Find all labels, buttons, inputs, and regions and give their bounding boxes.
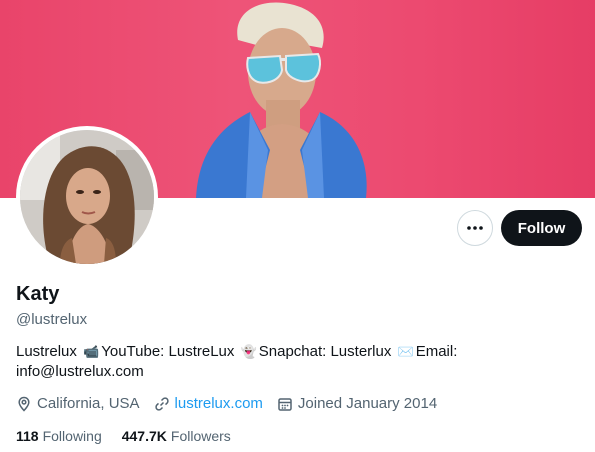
profile-name: Katy [16, 283, 60, 305]
ghost-icon: 👻 [240, 344, 257, 359]
following-link[interactable]: 118 Following [16, 428, 102, 444]
more-options-button[interactable] [457, 210, 493, 246]
profile-bio: Lustrelux 📹 YouTube: LustreLux 👻 Snapchat:… [16, 342, 576, 382]
avatar-photo [20, 130, 154, 264]
more-horizontal-icon [467, 226, 483, 230]
website-link[interactable]: lustrelux.com [175, 395, 263, 412]
avatar[interactable] [16, 126, 158, 268]
location-text: California, USA [37, 395, 140, 412]
followers-label: Followers [170, 428, 231, 444]
follow-stats: 118 Following 447.7K Followers [16, 428, 251, 444]
bio-text-4: Email: [415, 343, 458, 360]
profile-meta: California, USA lustrelux.com Joined Jan… [16, 395, 451, 412]
bio-text-2: YouTube: LustreLux [101, 343, 235, 360]
movie-camera-icon: 📹 [83, 344, 100, 359]
envelope-icon: ✉️ [397, 344, 414, 359]
link-icon [154, 396, 169, 411]
following-count: 118 [16, 428, 39, 444]
joined-text: Joined January 2014 [297, 395, 438, 412]
location-pin-icon [18, 396, 30, 412]
website-item[interactable]: lustrelux.com [154, 395, 263, 412]
bio-text-1: Lustrelux [16, 343, 77, 360]
joined-item: Joined January 2014 [277, 395, 437, 412]
location-item: California, USA [16, 395, 140, 412]
calendar-icon [278, 397, 292, 411]
following-label: Following [42, 428, 102, 444]
profile-handle: @lustrelux [16, 311, 88, 328]
follow-button[interactable]: Follow [501, 210, 582, 246]
followers-link[interactable]: 447.7K Followers [122, 428, 231, 444]
followers-count: 447.7K [121, 428, 167, 444]
bio-text-3: Snapchat: Lusterlux [258, 343, 392, 360]
bio-email: info@lustrelux.com [16, 363, 144, 380]
